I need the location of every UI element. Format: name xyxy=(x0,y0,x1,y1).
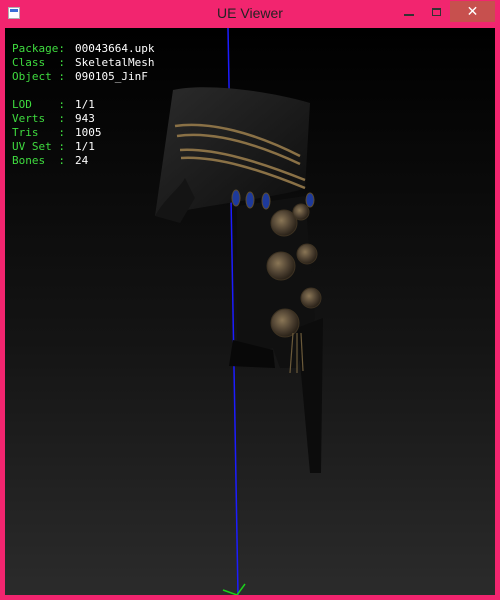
close-icon: ✕ xyxy=(466,3,479,20)
package-row: Package: 00043664.upk xyxy=(12,42,154,56)
uvset-label: UV Set : xyxy=(12,140,65,153)
verts-row: Verts : 943 xyxy=(12,112,154,126)
3d-viewport[interactable]: Package: 00043664.upk Class : SkeletalMesh… xyxy=(5,28,495,595)
package-value: 00043664.upk xyxy=(75,42,155,55)
bones-value: 24 xyxy=(75,154,89,167)
minimize-icon xyxy=(404,13,414,16)
object-label: Object : xyxy=(12,70,65,83)
app-window: UE Viewer ✕ Package: 00043664.upk Class … xyxy=(0,0,500,600)
title-bar[interactable]: UE Viewer ✕ xyxy=(0,0,500,28)
verts-value: 943 xyxy=(75,112,95,125)
verts-label: Verts : xyxy=(12,112,65,125)
uvset-row: UV Set : 1/1 xyxy=(12,140,154,154)
maximize-icon xyxy=(431,7,441,16)
tris-label: Tris : xyxy=(12,126,65,139)
tris-row: Tris : 1005 xyxy=(12,126,154,140)
mesh-info-overlay: Package: 00043664.upk Class : SkeletalMesh… xyxy=(12,42,154,168)
object-row: Object : 090105_JinF xyxy=(12,70,154,84)
origin-gizmo xyxy=(222,583,246,595)
maximize-button[interactable] xyxy=(422,1,450,22)
bones-row: Bones : 24 xyxy=(12,154,154,168)
class-label: Class : xyxy=(12,56,65,69)
class-row: Class : SkeletalMesh xyxy=(12,56,154,70)
lod-row: LOD : 1/1 xyxy=(12,98,154,112)
lod-value: 1/1 xyxy=(75,98,95,111)
class-value: SkeletalMesh xyxy=(75,56,155,69)
tris-value: 1005 xyxy=(75,126,102,139)
package-label: Package: xyxy=(12,42,65,55)
object-value: 090105_JinF xyxy=(75,70,148,83)
close-button[interactable]: ✕ xyxy=(450,1,495,22)
minimize-button[interactable] xyxy=(396,1,422,22)
lod-label: LOD : xyxy=(12,98,65,111)
bones-label: Bones : xyxy=(12,154,65,167)
uvset-value: 1/1 xyxy=(75,140,95,153)
skirt-mesh xyxy=(155,87,323,473)
